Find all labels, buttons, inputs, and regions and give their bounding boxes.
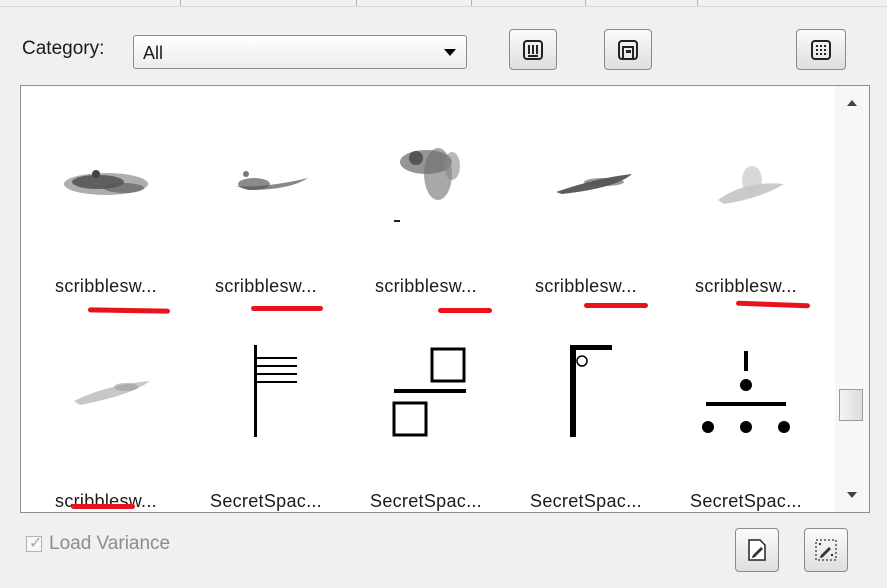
- brush-scribble-2: [236, 171, 308, 190]
- category-label: Category:: [22, 38, 105, 59]
- checkbox-box[interactable]: ✓: [26, 535, 43, 552]
- brush-name: scribblesw...: [215, 276, 317, 296]
- edit-brush-icon: [748, 539, 766, 561]
- brush-name: SecretSpac...: [210, 491, 322, 511]
- brush-tile[interactable]: scribblesw...: [506, 88, 666, 296]
- category-dropdown[interactable]: All: [133, 35, 467, 69]
- brush-name: SecretSpac...: [690, 491, 802, 511]
- view-list-button[interactable]: [509, 29, 557, 70]
- window-frame-icon: [618, 39, 638, 60]
- vertical-scrollbar[interactable]: [835, 86, 869, 512]
- brush-settings-icon: [815, 539, 837, 561]
- red-underline-mark: [251, 306, 323, 311]
- brush-scribble-5: [718, 166, 784, 204]
- window-top-edge: [0, 0, 887, 7]
- red-underline-mark: [87, 307, 171, 314]
- brush-tile[interactable]: scribblesw...: [346, 88, 506, 296]
- brush-name: scribblesw...: [695, 276, 797, 296]
- brush-tile[interactable]: SecretSpac...: [506, 331, 666, 512]
- brush-name: scribblesw...: [375, 276, 477, 296]
- scroll-down-arrow-icon[interactable]: [847, 492, 857, 498]
- brush-tile[interactable]: SecretSpac...: [346, 331, 506, 512]
- brush-name: SecretSpac...: [530, 491, 642, 511]
- brush-name: scribblesw...: [535, 276, 637, 296]
- scrollbar-thumb[interactable]: [839, 389, 863, 421]
- brush-settings-button[interactable]: [804, 528, 848, 572]
- dot-tree-symbol: [702, 351, 790, 433]
- scroll-up-arrow-icon[interactable]: [847, 100, 857, 106]
- load-variance-label: Load Variance: [49, 533, 171, 554]
- red-underline-mark: [438, 308, 492, 313]
- brush-tile[interactable]: SecretSpac...: [186, 331, 346, 512]
- flag-lines-symbol: [254, 345, 297, 437]
- edit-brush-button[interactable]: [735, 528, 779, 572]
- brush-grid: scribblesw... scribblesw... scribblesw..…: [20, 85, 870, 513]
- offset-squares-symbol: [392, 347, 466, 437]
- category-selected-value: All: [143, 43, 164, 63]
- brush-scribble-1: [64, 170, 148, 195]
- chevron-down-icon: [444, 49, 456, 56]
- red-underline-mark: [71, 504, 135, 509]
- brush-tile[interactable]: SecretSpac...: [666, 331, 826, 512]
- brush-scribble-6: [74, 381, 150, 405]
- red-underline-mark: [584, 303, 648, 308]
- brush-name: SecretSpac...: [370, 491, 482, 511]
- checkmark-icon: ✓: [29, 535, 43, 552]
- grid-view-icon: [811, 39, 831, 60]
- brush-name: scribblesw...: [55, 276, 157, 296]
- brush-scribble-3: [394, 148, 460, 222]
- grid-view-button[interactable]: [796, 29, 846, 70]
- brush-tile[interactable]: scribblesw...: [666, 88, 826, 296]
- window-frame-button[interactable]: [604, 29, 652, 70]
- brush-tile[interactable]: scribblesw...: [26, 331, 186, 512]
- brush-scribble-4: [556, 174, 632, 194]
- view-list-icon: [523, 39, 543, 60]
- gallows-symbol: [570, 345, 612, 437]
- brush-tile[interactable]: scribblesw...: [186, 88, 346, 296]
- brush-tile[interactable]: scribblesw...: [26, 88, 186, 296]
- load-variance-checkbox[interactable]: ✓ Load Variance: [26, 533, 170, 555]
- red-underline-mark: [735, 300, 811, 309]
